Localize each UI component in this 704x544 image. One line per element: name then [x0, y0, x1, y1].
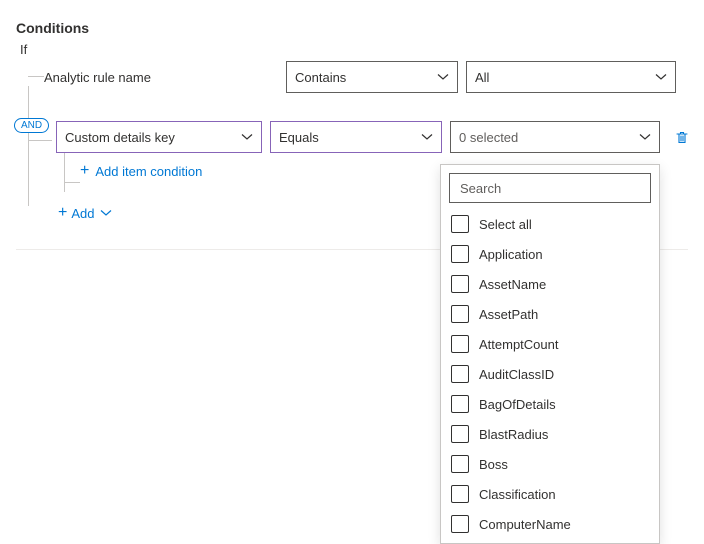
option-label: AttemptCount [479, 337, 559, 352]
chevron-down-icon [421, 131, 433, 143]
add-item-condition-label: Add item condition [95, 164, 202, 179]
plus-icon: + [80, 163, 89, 179]
chevron-down-icon [241, 131, 253, 143]
dropdown-search-input[interactable] [458, 180, 642, 197]
option-item[interactable]: AssetPath [441, 299, 657, 329]
and-pill: AND [14, 118, 49, 133]
option-item[interactable]: Boss [441, 449, 657, 479]
chevron-down-icon [639, 131, 651, 143]
rule1-field-label: Analytic rule name [44, 66, 278, 89]
option-item[interactable]: Application [441, 239, 657, 269]
rule2-key-value: Custom details key [65, 130, 175, 145]
add-label: Add [71, 206, 94, 221]
checkbox-icon [451, 365, 469, 383]
rule2-operator-value: Equals [279, 130, 319, 145]
option-label: AssetName [479, 277, 546, 292]
tree-connector-main [28, 86, 29, 206]
checkbox-icon [451, 425, 469, 443]
chevron-down-icon [100, 207, 112, 219]
delete-condition-button[interactable] [674, 129, 690, 145]
option-label: Classification [479, 487, 556, 502]
option-label: BlastRadius [479, 427, 548, 442]
tree-branch-h2 [28, 140, 52, 141]
checkbox-icon [451, 335, 469, 353]
rule2-key-select[interactable]: Custom details key [56, 121, 262, 153]
option-label: BagOfDetails [479, 397, 556, 412]
dropdown-search-wrap [449, 173, 651, 203]
rule1-value-text: All [475, 70, 489, 85]
option-select-all[interactable]: Select all [441, 209, 657, 239]
rule1-operator-select[interactable]: Contains [286, 61, 458, 93]
rule2-operator-select[interactable]: Equals [270, 121, 442, 153]
option-item[interactable]: Classification [441, 479, 657, 509]
chevron-down-icon [437, 71, 449, 83]
rule1-value-select[interactable]: All [466, 61, 676, 93]
checkbox-icon [451, 515, 469, 533]
checkbox-icon [451, 275, 469, 293]
plus-icon: + [58, 205, 67, 221]
rule1-operator-value: Contains [295, 70, 346, 85]
option-label: Select all [479, 217, 532, 232]
option-item[interactable]: AttemptCount [441, 329, 657, 359]
checkbox-icon [451, 485, 469, 503]
section-title: Conditions [16, 20, 688, 36]
option-item[interactable]: AuditClassID [441, 359, 657, 389]
option-label: ComputerName [479, 517, 571, 532]
checkbox-icon [451, 455, 469, 473]
if-label: If [20, 42, 688, 57]
checkbox-icon [451, 395, 469, 413]
dropdown-options-scroll[interactable]: Select all Application AssetName AssetPath… [441, 209, 659, 539]
tree-branch-h1 [28, 76, 44, 77]
option-item[interactable]: BlastRadius [441, 419, 657, 449]
checkbox-icon [451, 215, 469, 233]
option-item[interactable]: BagOfDetails [441, 389, 657, 419]
checkbox-icon [451, 305, 469, 323]
option-label: AuditClassID [479, 367, 554, 382]
rule2-value-select[interactable]: 0 selected [450, 121, 660, 153]
option-label: AssetPath [479, 307, 538, 322]
rule2-value-text: 0 selected [459, 130, 518, 145]
value-dropdown-panel: Select all Application AssetName AssetPath… [440, 164, 660, 544]
tree-branch-h3 [64, 182, 80, 183]
option-item[interactable]: AssetName [441, 269, 657, 299]
option-label: Boss [479, 457, 508, 472]
option-label: Application [479, 247, 543, 262]
chevron-down-icon [655, 71, 667, 83]
checkbox-icon [451, 245, 469, 263]
